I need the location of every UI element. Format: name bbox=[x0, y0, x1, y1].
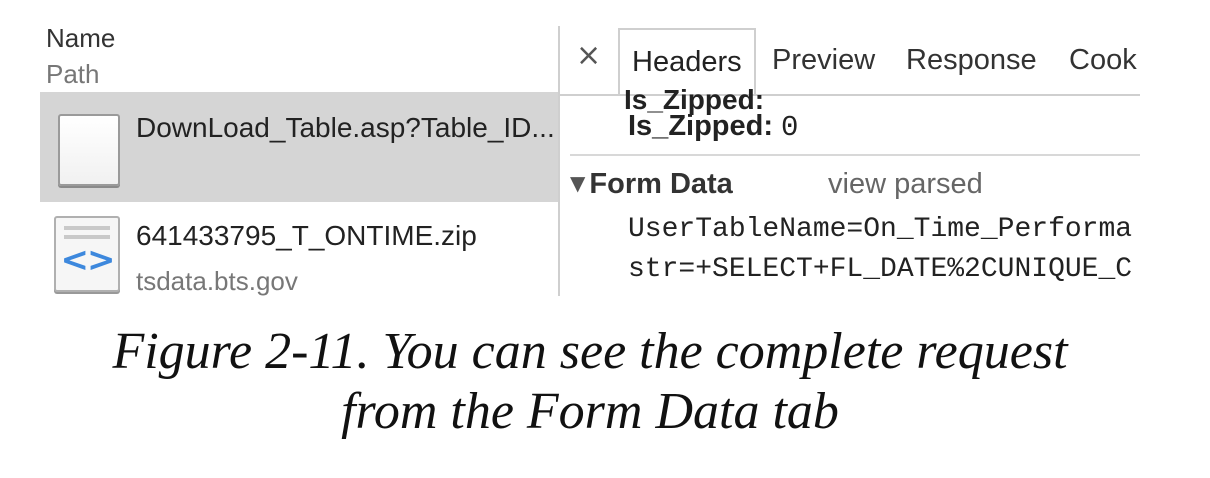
column-name-label: Name bbox=[46, 23, 116, 53]
request-detail-pane: × Headers Preview Response Cook Is_Zippe… bbox=[560, 14, 1140, 296]
tab-response[interactable]: Response bbox=[906, 44, 1037, 77]
devtools-network-panel: Name Path DownLoad_Table.asp?Table_ID...… bbox=[40, 14, 1140, 296]
view-parsed-link[interactable]: view parsed bbox=[828, 168, 983, 201]
column-header[interactable]: Name Path bbox=[46, 20, 115, 92]
request-row-ontime-zip[interactable]: <> 641433795_T_ONTIME.zip tsdata.bts.gov bbox=[40, 202, 558, 296]
document-icon bbox=[58, 114, 120, 186]
close-icon[interactable]: × bbox=[576, 38, 601, 73]
column-path-label: Path bbox=[46, 59, 100, 89]
code-file-icon: <> bbox=[54, 216, 120, 292]
request-row-download-table[interactable]: DownLoad_Table.asp?Table_ID... bbox=[40, 92, 558, 202]
request-name: 641433795_T_ONTIME.zip bbox=[136, 220, 477, 251]
header-key: Is_Zipped: bbox=[628, 110, 774, 142]
form-data-section-header[interactable]: ▼ Form Data bbox=[570, 168, 733, 201]
figure-caption: Figure 2-11. You can see the complete re… bbox=[0, 322, 1180, 442]
triangle-down-icon: ▼ bbox=[570, 171, 586, 195]
form-data-line: str=+SELECT+FL_DATE%2CUNIQUE_C bbox=[628, 254, 1133, 285]
caption-line-1: Figure 2-11. You can see the complete re… bbox=[112, 323, 1068, 380]
caption-line-2: from the Form Data tab bbox=[341, 383, 839, 440]
header-row-is-zipped: Is_Zipped: 0 bbox=[628, 110, 798, 144]
form-data-line: UserTableName=On_Time_Performa bbox=[628, 214, 1133, 245]
section-divider bbox=[570, 154, 1140, 156]
tab-cookies[interactable]: Cook bbox=[1069, 44, 1137, 77]
request-name: DownLoad_Table.asp?Table_ID... bbox=[136, 112, 555, 143]
request-list: Name Path DownLoad_Table.asp?Table_ID...… bbox=[40, 14, 558, 296]
tab-preview[interactable]: Preview bbox=[772, 44, 875, 77]
form-data-title: Form Data bbox=[589, 168, 733, 200]
header-value: 0 bbox=[781, 111, 799, 144]
request-path: tsdata.bts.gov bbox=[136, 266, 298, 296]
